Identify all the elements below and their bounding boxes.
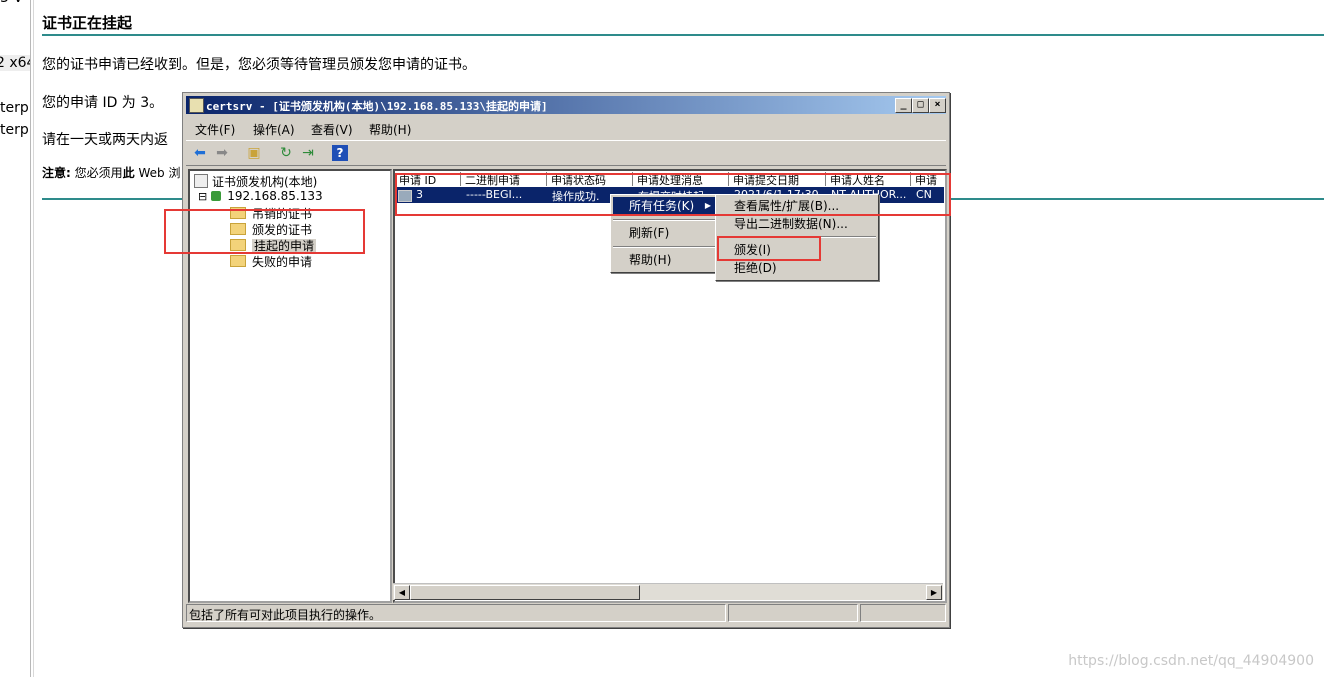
menu-item-deny[interactable]: 拒绝(D) [718, 259, 876, 277]
collapse-icon[interactable]: ⊟ [198, 190, 207, 203]
menu-file[interactable]: 文件(F) [195, 121, 235, 138]
page-paragraph: 您的证书申请已经收到。但是，您必须等待管理员颁发您申请的证书。 [42, 57, 476, 73]
server-icon [211, 191, 222, 201]
menu-separator [613, 246, 715, 248]
menu-separator [613, 219, 715, 221]
annotation-box-pending [164, 209, 365, 254]
minimize-button[interactable]: _ [895, 98, 912, 113]
export-icon[interactable]: ⇥ [300, 145, 316, 161]
page-paragraph: 您的申请 ID 为 3。 [42, 95, 164, 111]
scroll-thumb[interactable] [410, 585, 640, 600]
menu-item-export-binary[interactable]: 导出二进制数据(N)... [718, 215, 876, 233]
scroll-right-icon[interactable]: ▶ [926, 585, 942, 600]
horizontal-scrollbar[interactable]: ◀ ▶ [393, 583, 943, 600]
title-rule [42, 34, 1324, 36]
menu-help[interactable]: 帮助(H) [369, 121, 411, 138]
maximize-button[interactable]: □ [912, 98, 929, 113]
note-body: 您必须用 [70, 166, 123, 180]
left-fragment: 2 x64 [0, 55, 31, 71]
close-button[interactable]: × [929, 98, 946, 113]
note-text: 注意: 您必须用此 Web 浏 [42, 164, 180, 181]
menu-item-help[interactable]: 帮助(H) [613, 251, 715, 269]
scroll-left-icon[interactable]: ◀ [394, 585, 410, 600]
refresh-icon[interactable]: ↻ [278, 145, 294, 161]
note-label: 注意: [42, 166, 71, 180]
status-cell [860, 604, 946, 622]
forward-icon[interactable]: ➡ [214, 145, 230, 161]
app-icon [189, 98, 204, 113]
tree-folder-label: 失败的申请 [252, 255, 313, 269]
tree-folder-failed[interactable]: 失败的申请 [230, 253, 312, 270]
back-icon[interactable]: ⬅ [192, 145, 208, 161]
annotation-box-row [395, 173, 951, 216]
cert-authority-icon [194, 174, 208, 188]
menu-item-refresh[interactable]: 刷新(F) [613, 224, 715, 242]
status-cell [728, 604, 858, 622]
menu-action[interactable]: 操作(A) [253, 121, 295, 138]
menu-view[interactable]: 查看(V) [311, 121, 353, 138]
note-emphasis: 此 [122, 166, 135, 180]
annotation-box-issue [717, 236, 821, 261]
page-title: 证书正在挂起 [42, 14, 133, 32]
window-title: certsrv - [证书颁发机构(本地)\192.168.85.133\挂起的… [206, 100, 548, 113]
menubar: 文件(F) 操作(A) 查看(V) 帮助(H) [186, 117, 946, 137]
watermark: https://blog.csdn.net/qq_44904900 [1068, 653, 1314, 669]
left-fragment: 3 V [0, 0, 23, 6]
left-fragment: terp [0, 100, 29, 116]
up-folder-icon[interactable]: ▣ [246, 145, 262, 161]
panel-divider [33, 0, 34, 677]
tree-root[interactable]: 证书颁发机构(本地) [194, 173, 317, 190]
note-body: Web 浏 [134, 166, 181, 180]
status-cell-main: 包括了所有可对此项目执行的操作。 [186, 604, 726, 622]
folder-icon [230, 255, 246, 267]
tree-root-label: 证书颁发机构(本地) [212, 175, 318, 189]
left-clipped-panel: 3 V 2 x64 terp terp [0, 0, 31, 677]
tree-server-label: 192.168.85.133 [227, 189, 323, 203]
panel-divider [30, 0, 31, 677]
status-bar: 包括了所有可对此项目执行的操作。 [186, 604, 946, 622]
toolbar: ⬅ ➡ ▣ ↻ ⇥ ? [186, 140, 946, 166]
tree-server[interactable]: ⊟ 192.168.85.133 [198, 189, 323, 203]
page-paragraph: 请在一天或两天内返 [42, 132, 168, 148]
left-fragment: terp [0, 122, 29, 138]
window-titlebar[interactable]: certsrv - [证书颁发机构(本地)\192.168.85.133\挂起的… [186, 96, 946, 114]
help-icon[interactable]: ? [332, 145, 348, 161]
status-text: 包括了所有可对此项目执行的操作。 [189, 608, 382, 622]
